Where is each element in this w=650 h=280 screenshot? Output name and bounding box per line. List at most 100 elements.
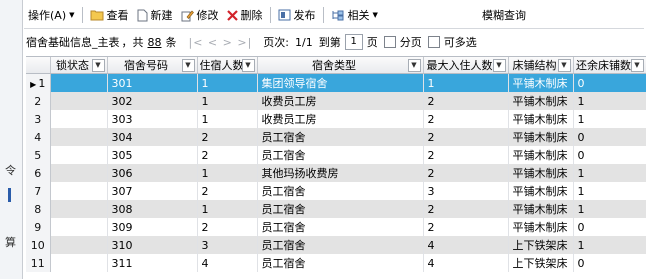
cell-type[interactable]: 员工宿舍 <box>257 128 424 146</box>
new-button[interactable]: 新建 <box>133 5 177 25</box>
cell-max[interactable]: 2 <box>423 146 509 164</box>
goto-page-input[interactable]: 1 <box>344 34 363 50</box>
cell-max[interactable]: 4 <box>423 236 509 254</box>
cell-type[interactable]: 员工宿舍 <box>257 218 424 236</box>
cell-room[interactable]: 305 <box>107 146 198 164</box>
cell-max[interactable]: 2 <box>423 128 509 146</box>
cell-left[interactable]: 0 <box>573 218 646 236</box>
filter-dropdown-icon[interactable]: ▼ <box>492 59 506 72</box>
cell-room[interactable]: 311 <box>107 254 198 272</box>
cell-bed[interactable]: 平铺木制床 <box>508 164 574 182</box>
cell-count[interactable]: 1 <box>197 164 258 182</box>
cell-max[interactable]: 2 <box>423 110 509 128</box>
cell-left[interactable]: 0 <box>573 146 646 164</box>
cell-room[interactable]: 310 <box>107 236 198 254</box>
cell-bed[interactable]: 平铺木制床 <box>508 92 574 110</box>
row-number[interactable]: 2 <box>26 92 51 110</box>
cell-type[interactable]: 员工宿舍 <box>257 146 424 164</box>
view-button[interactable]: 查看 <box>86 5 133 25</box>
cell-count[interactable]: 1 <box>197 92 258 110</box>
cell-max[interactable]: 2 <box>423 200 509 218</box>
table-row[interactable]: 5 305 2 员工宿舍 2 平铺木制床 0 <box>26 146 646 164</box>
cell-count[interactable]: 2 <box>197 146 258 164</box>
cell-bed[interactable]: 平铺木制床 <box>508 110 574 128</box>
row-number[interactable]: 3 <box>26 110 51 128</box>
publish-button[interactable]: 发布 <box>274 5 320 25</box>
row-number[interactable]: 4 <box>26 128 51 146</box>
table-row[interactable]: 4 304 2 员工宿舍 2 平铺木制床 0 <box>26 128 646 146</box>
cell-left[interactable]: 0 <box>573 73 646 92</box>
cell-bed[interactable]: 平铺木制床 <box>508 73 574 92</box>
filter-dropdown-icon[interactable]: ▼ <box>241 59 255 72</box>
filter-dropdown-icon[interactable]: ▼ <box>557 59 571 72</box>
row-number[interactable]: 9 <box>26 218 51 236</box>
table-row[interactable]: 9 309 2 员工宿舍 2 平铺木制床 0 <box>26 218 646 236</box>
table-row[interactable]: 7 307 2 员工宿舍 3 平铺木制床 1 <box>26 182 646 200</box>
cell-bed[interactable]: 平铺木制床 <box>508 200 574 218</box>
cell-bed[interactable]: 平铺木制床 <box>508 128 574 146</box>
cell-room[interactable]: 308 <box>107 200 198 218</box>
filter-dropdown-icon[interactable]: ▼ <box>630 59 644 72</box>
delete-button[interactable]: 删除 <box>223 5 267 25</box>
cell-bed[interactable]: 平铺木制床 <box>508 182 574 200</box>
cell-bed[interactable]: 上下铁架床 <box>508 254 574 272</box>
cell-max[interactable]: 2 <box>423 92 509 110</box>
page-navigation[interactable]: |< < > >| <box>189 36 253 49</box>
cell-lock[interactable] <box>50 146 108 164</box>
cell-type[interactable]: 收费员工房 <box>257 110 424 128</box>
edit-button[interactable]: 修改 <box>177 5 223 25</box>
cell-lock[interactable] <box>50 128 108 146</box>
cell-left[interactable]: 1 <box>573 110 646 128</box>
cell-lock[interactable] <box>50 164 108 182</box>
cell-count[interactable]: 3 <box>197 236 258 254</box>
operate-menu-button[interactable]: 操作(A) ▼ <box>24 5 79 25</box>
fuzzy-query-button[interactable]: 模糊查询 <box>478 5 530 25</box>
row-number[interactable]: 7 <box>26 182 51 200</box>
table-row[interactable]: ▶ 1 301 1 集团领导宿舍 1 平铺木制床 0 <box>26 73 646 92</box>
cell-type[interactable]: 员工宿舍 <box>257 182 424 200</box>
related-menu-button[interactable]: 相关 ▼ <box>327 5 382 25</box>
table-row[interactable]: 2 302 1 收费员工房 2 平铺木制床 1 <box>26 92 646 110</box>
table-row[interactable]: 6 306 1 其他玛扬收费房 2 平铺木制床 1 <box>26 164 646 182</box>
cell-max[interactable]: 4 <box>423 254 509 272</box>
cell-type[interactable]: 集团领导宿舍 <box>257 73 424 92</box>
cell-max[interactable]: 2 <box>423 164 509 182</box>
cell-type[interactable]: 员工宿舍 <box>257 236 424 254</box>
multiselect-checkbox[interactable] <box>427 36 440 48</box>
cell-left[interactable]: 1 <box>573 236 646 254</box>
cell-count[interactable]: 1 <box>197 200 258 218</box>
column-header[interactable]: 还余床铺数 ▼ <box>573 57 646 74</box>
column-header[interactable]: 锁状态 ▼ <box>50 57 108 74</box>
table-row[interactable]: 10 310 3 员工宿舍 4 上下铁架床 1 <box>26 236 646 254</box>
cell-max[interactable]: 2 <box>423 218 509 236</box>
cell-room[interactable]: 303 <box>107 110 198 128</box>
cell-left[interactable]: 0 <box>573 254 646 272</box>
cell-left[interactable]: 1 <box>573 200 646 218</box>
cell-type[interactable]: 员工宿舍 <box>257 254 424 272</box>
column-header[interactable]: 床铺结构 ▼ <box>508 57 574 74</box>
cell-lock[interactable] <box>50 200 108 218</box>
row-number[interactable]: 10 <box>26 236 51 254</box>
cell-type[interactable]: 收费员工房 <box>257 92 424 110</box>
cell-count[interactable]: 2 <box>197 128 258 146</box>
cell-room[interactable]: 301 <box>107 73 198 92</box>
row-number[interactable]: 11 <box>26 254 51 272</box>
column-header[interactable]: 最大入住人数 ▼ <box>423 57 509 74</box>
column-header[interactable]: 住宿人数 ▼ <box>197 57 258 74</box>
cell-count[interactable]: 2 <box>197 218 258 236</box>
cell-bed[interactable]: 上下铁架床 <box>508 236 574 254</box>
row-number[interactable]: 6 <box>26 164 51 182</box>
cell-left[interactable]: 1 <box>573 182 646 200</box>
row-number[interactable]: ▶ 1 <box>26 73 51 92</box>
cell-room[interactable]: 302 <box>107 92 198 110</box>
cell-lock[interactable] <box>50 92 108 110</box>
paging-checkbox[interactable] <box>383 36 396 48</box>
cell-room[interactable]: 307 <box>107 182 198 200</box>
cell-bed[interactable]: 平铺木制床 <box>508 218 574 236</box>
table-row[interactable]: 3 303 1 收费员工房 2 平铺木制床 1 <box>26 110 646 128</box>
cell-bed[interactable]: 平铺木制床 <box>508 146 574 164</box>
row-number[interactable]: 5 <box>26 146 51 164</box>
column-header[interactable]: 宿舍号码 ▼ <box>107 57 198 74</box>
column-header[interactable]: 宿舍类型 ▼ <box>257 57 424 74</box>
cell-count[interactable]: 1 <box>197 110 258 128</box>
